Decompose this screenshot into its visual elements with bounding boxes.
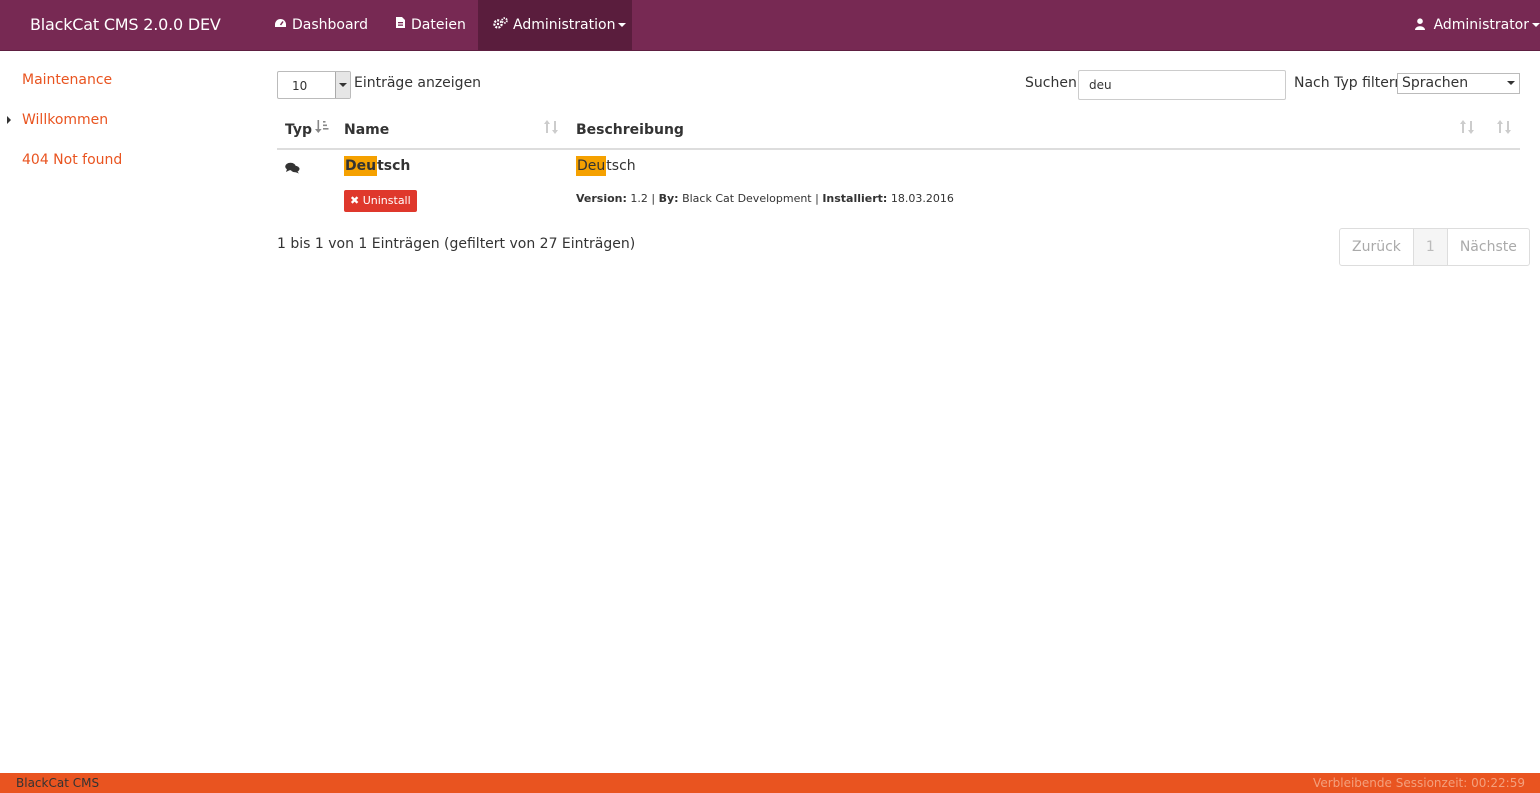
uninstall-label: Uninstall — [362, 194, 411, 207]
table-row: Deutsch ✖ Uninstall Deutsch Version: 1.2… — [277, 150, 1520, 220]
type-filter-value: Sprachen — [1402, 75, 1469, 91]
sidebar-item-willkommen[interactable]: Willkommen — [0, 100, 240, 140]
entries-length-value: 10 — [292, 79, 308, 93]
entries-length-label: Einträge anzeigen — [354, 75, 482, 91]
pagination-page-1[interactable]: 1 — [1412, 229, 1447, 265]
close-icon: ✖ — [350, 194, 360, 207]
version-label: Version: — [576, 192, 627, 205]
search-highlight: Deu — [576, 156, 607, 176]
sidebar-item-label: Maintenance — [22, 72, 113, 88]
footer-brand: BlackCat CMS — [16, 776, 100, 790]
cogs-icon — [493, 0, 508, 50]
sidebar-item-404[interactable]: 404 Not found — [0, 140, 240, 180]
sidebar: Maintenance Willkommen 404 Not found — [0, 60, 240, 180]
type-filter-select[interactable]: Sprachen — [1397, 73, 1520, 94]
addon-description-rest: tsch — [606, 158, 636, 174]
author-value: Black Cat Development — [682, 192, 812, 205]
top-navbar: BlackCat CMS 2.0.0 DEV Dashboard Dateien… — [0, 0, 1540, 51]
sort-icon[interactable] — [1497, 120, 1511, 138]
sort-icon[interactable] — [1460, 120, 1474, 138]
user-icon — [1415, 17, 1433, 33]
uninstall-button[interactable]: ✖ Uninstall — [344, 190, 417, 212]
brand-title[interactable]: BlackCat CMS 2.0.0 DEV — [30, 0, 221, 50]
search-input[interactable] — [1078, 70, 1286, 100]
chevron-down-icon — [618, 23, 627, 27]
user-menu[interactable]: Administrator — [1415, 0, 1540, 50]
nav-dashboard-label: Dashboard — [292, 17, 368, 33]
pagination: Zurück 1 Nächste — [1339, 228, 1530, 266]
version-value: 1.2 — [630, 192, 648, 205]
sort-icon[interactable] — [544, 120, 558, 138]
addon-name[interactable]: Deutsch — [344, 156, 411, 176]
dashboard-icon — [274, 0, 287, 50]
installed-date: 18.03.2016 — [890, 192, 954, 205]
nav-dateien-label: Dateien — [411, 17, 466, 33]
addon-name-rest: tsch — [377, 158, 411, 174]
column-header-typ[interactable]: Typ — [285, 122, 312, 138]
search-highlight: Deu — [344, 156, 378, 176]
chevron-down-icon[interactable] — [335, 72, 350, 98]
column-header-beschreibung[interactable]: Beschreibung — [576, 122, 684, 138]
entries-length-select[interactable]: 10 — [277, 71, 351, 99]
nav-dashboard[interactable]: Dashboard — [259, 0, 383, 50]
sidebar-item-label: 404 Not found — [22, 152, 123, 168]
search-label: Suchen — [1025, 75, 1077, 91]
type-filter-label: Nach Typ filtern — [1294, 75, 1404, 91]
sidebar-item-maintenance[interactable]: Maintenance — [0, 60, 240, 100]
pagination-next[interactable]: Nächste — [1446, 229, 1529, 265]
session-time: Verbleibende Sessionzeit: 00:22:59 — [1313, 776, 1525, 790]
by-label: By: — [658, 192, 679, 205]
comments-icon — [285, 162, 300, 177]
nav-administration[interactable]: Administration — [478, 0, 632, 50]
caret-right-icon — [7, 116, 11, 124]
sidebar-item-label: Willkommen — [22, 112, 109, 128]
chevron-down-icon — [1532, 23, 1540, 27]
footer: BlackCat CMS Verbleibende Sessionzeit: 0… — [0, 773, 1540, 793]
file-icon — [395, 0, 406, 50]
nav-administration-label: Administration — [513, 17, 616, 33]
table-info: 1 bis 1 von 1 Einträgen (gefiltert von 2… — [277, 236, 636, 252]
column-header-name[interactable]: Name — [344, 122, 389, 138]
installed-label: Installiert: — [822, 192, 888, 205]
table-header: Typ Name Beschreibung — [277, 112, 1520, 150]
user-name: Administrator — [1433, 17, 1529, 33]
pagination-prev[interactable]: Zurück — [1340, 229, 1413, 265]
addon-meta: Version: 1.2 | By: Black Cat Development… — [576, 192, 954, 205]
addon-description: Deutsch — [576, 156, 636, 176]
sort-ascending-icon[interactable] — [315, 120, 329, 138]
nav-dateien[interactable]: Dateien — [380, 0, 481, 50]
